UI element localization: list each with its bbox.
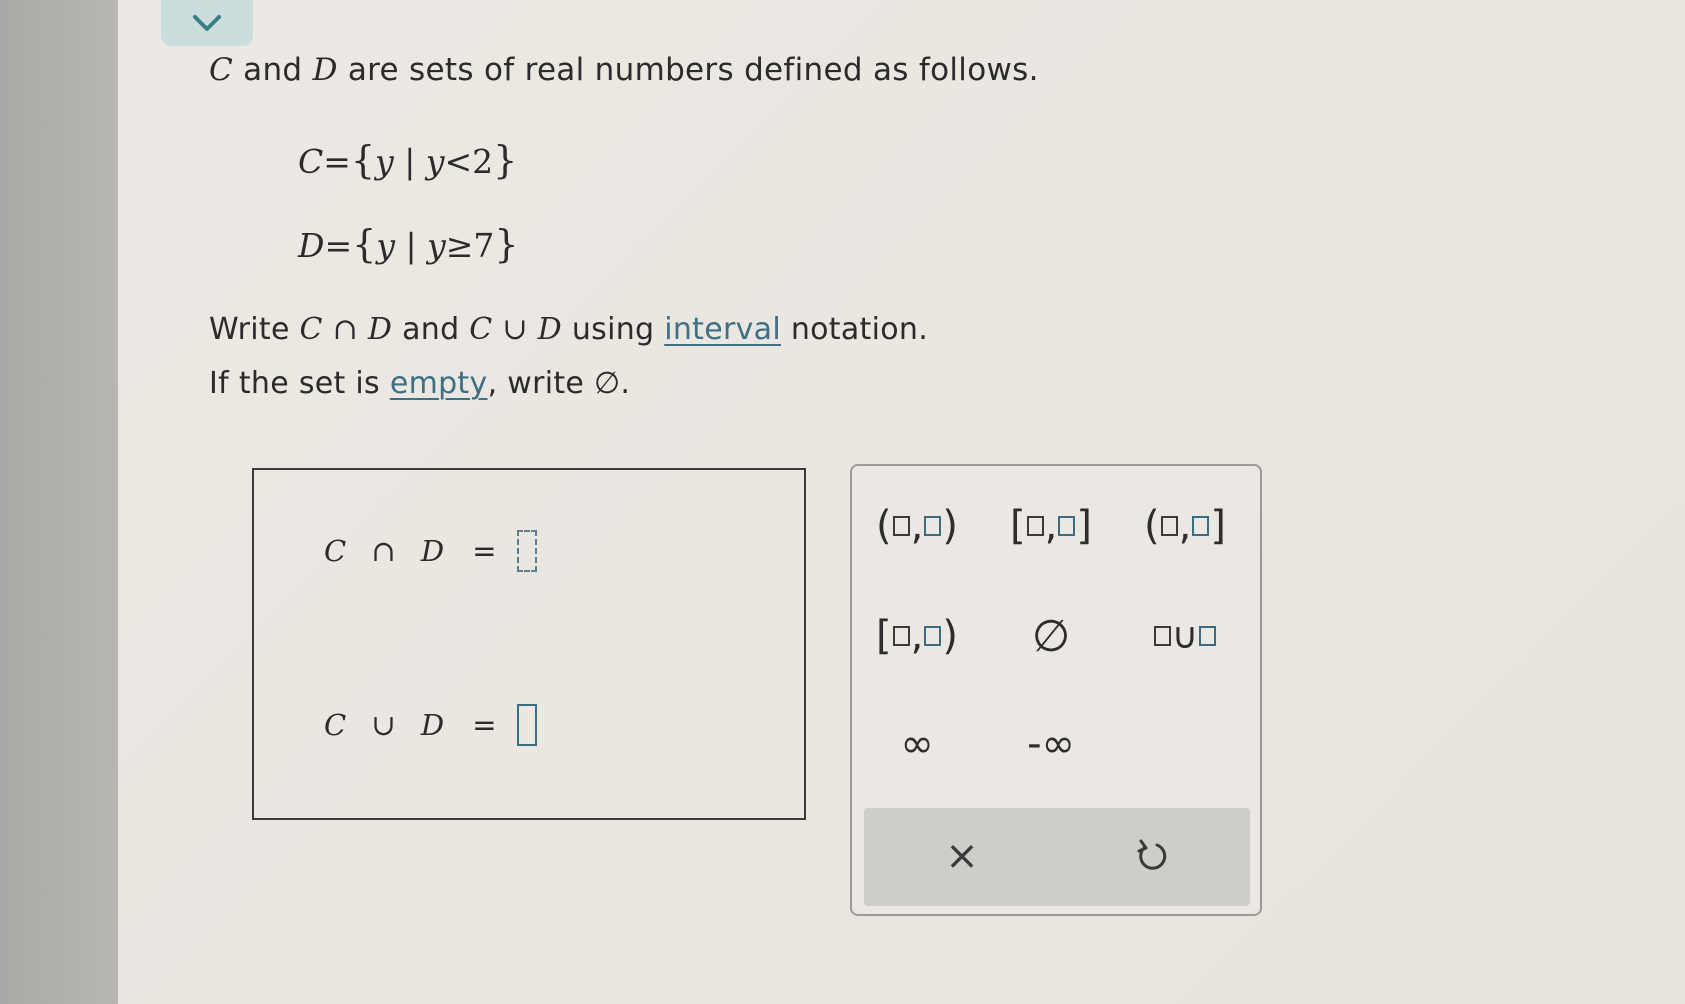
union-answer-row: C ∪ D = bbox=[324, 704, 537, 746]
def-c-var: y bbox=[375, 142, 394, 181]
def-c-close-brace: } bbox=[493, 138, 518, 182]
symbol-palette: (,) [,] (,] [,) ∅ ∪ ∞ -∞ × bbox=[850, 464, 1262, 916]
comma: , bbox=[910, 613, 924, 659]
comma: , bbox=[1178, 503, 1192, 549]
negative-infinity-button[interactable]: -∞ bbox=[996, 714, 1106, 774]
bracket-right: ] bbox=[1076, 503, 1092, 549]
answer-box: C ∩ D = C ∪ D = bbox=[252, 468, 806, 820]
paren-left: ( bbox=[876, 503, 892, 549]
intro-and: and bbox=[233, 52, 313, 88]
empty-set-instruction: If the set is empty, write ∅. bbox=[209, 366, 630, 401]
intersection-answer-input[interactable] bbox=[516, 530, 537, 572]
comma: , bbox=[910, 503, 924, 549]
def-d-condition: ≥7 bbox=[445, 226, 495, 265]
question-and: and bbox=[392, 312, 470, 347]
instruction-prefix: If the set is bbox=[209, 366, 390, 401]
slot-box-icon bbox=[1160, 516, 1178, 536]
closed-open-interval-button[interactable]: [,) bbox=[862, 606, 972, 666]
bracket-left: [ bbox=[1010, 503, 1026, 549]
question-using: using bbox=[562, 312, 665, 347]
set-d-definition: D={y | y≥7} bbox=[298, 222, 519, 266]
slot-box-icon bbox=[892, 626, 910, 646]
union-answer-input[interactable] bbox=[516, 704, 537, 746]
paren-right: ) bbox=[942, 613, 958, 659]
close-icon: × bbox=[945, 833, 979, 879]
def-d-eq: = bbox=[324, 226, 353, 265]
union-expr: C ∪ D bbox=[469, 312, 562, 347]
def-c-eq: = bbox=[323, 142, 351, 181]
intersection-expr: C ∩ D bbox=[299, 312, 393, 347]
def-c-name: C bbox=[298, 142, 324, 181]
intersection-label: C ∩ D bbox=[324, 534, 453, 568]
left-rail bbox=[0, 0, 118, 1004]
negative-infinity-symbol: -∞ bbox=[1027, 721, 1075, 767]
slot-box-icon bbox=[1026, 516, 1044, 536]
bracket-right: ] bbox=[1210, 503, 1226, 549]
slot-box-icon bbox=[924, 516, 942, 536]
def-c-open-brace: { bbox=[350, 138, 376, 182]
slot-box-icon bbox=[1192, 516, 1210, 536]
def-d-var: y bbox=[376, 226, 395, 265]
closed-closed-interval-button[interactable]: [,] bbox=[996, 496, 1106, 556]
def-c-condition: <2 bbox=[444, 142, 494, 181]
union-button[interactable]: ∪ bbox=[1130, 606, 1240, 666]
def-d-close-brace: } bbox=[494, 222, 519, 266]
union-label: C ∪ D bbox=[324, 708, 453, 742]
comma: , bbox=[1044, 503, 1058, 549]
question-end: notation. bbox=[781, 312, 929, 347]
empty-set-button[interactable]: ∅ bbox=[996, 606, 1106, 666]
open-closed-interval-button[interactable]: (,] bbox=[1130, 496, 1240, 556]
def-d-name: D bbox=[298, 226, 325, 265]
empty-link[interactable]: empty bbox=[390, 366, 488, 401]
intersection-answer-row: C ∩ D = bbox=[324, 530, 537, 572]
collapse-toggle[interactable] bbox=[161, 0, 253, 46]
paren-right: ) bbox=[942, 503, 958, 549]
question-text: Write C ∩ D and C ∪ D using interval not… bbox=[209, 312, 928, 347]
union-symbol: ∪ bbox=[1171, 615, 1199, 657]
def-d-cond-var: y bbox=[427, 226, 446, 265]
open-open-interval-button[interactable]: (,) bbox=[862, 496, 972, 556]
set-c-definition: C={y | y<2} bbox=[298, 138, 517, 182]
clear-button[interactable]: × bbox=[922, 826, 1002, 886]
infinity-button[interactable]: ∞ bbox=[862, 714, 972, 774]
undo-icon bbox=[1137, 839, 1167, 870]
intro-rest: are sets of real numbers defined as foll… bbox=[337, 52, 1039, 88]
infinity-symbol: ∞ bbox=[900, 721, 934, 767]
def-d-open-brace: { bbox=[352, 222, 377, 266]
chevron-down-icon bbox=[193, 15, 221, 31]
def-c-bar: | bbox=[393, 142, 426, 181]
slot-box-icon bbox=[924, 626, 942, 646]
empty-set-symbol: ∅ bbox=[1031, 610, 1071, 662]
set-d-symbol: D bbox=[312, 52, 338, 88]
bracket-left: [ bbox=[876, 613, 892, 659]
undo-button[interactable] bbox=[1112, 826, 1192, 886]
set-c-symbol: C bbox=[209, 52, 234, 88]
union-equals: = bbox=[472, 708, 497, 742]
instruction-suffix: , write ∅. bbox=[487, 366, 631, 401]
def-c-cond-var: y bbox=[425, 142, 445, 181]
interval-link[interactable]: interval bbox=[664, 312, 781, 347]
question-write: Write bbox=[209, 312, 300, 347]
palette-footer: × bbox=[864, 808, 1250, 906]
def-d-bar: | bbox=[394, 226, 428, 265]
intro-text: C and D are sets of real numbers defined… bbox=[209, 52, 1039, 88]
slot-box-icon bbox=[1199, 626, 1217, 646]
slot-box-icon bbox=[1058, 516, 1076, 536]
paren-left: ( bbox=[1144, 503, 1160, 549]
intersection-equals: = bbox=[472, 534, 497, 568]
slot-box-icon bbox=[1153, 626, 1171, 646]
slot-box-icon bbox=[892, 516, 910, 536]
